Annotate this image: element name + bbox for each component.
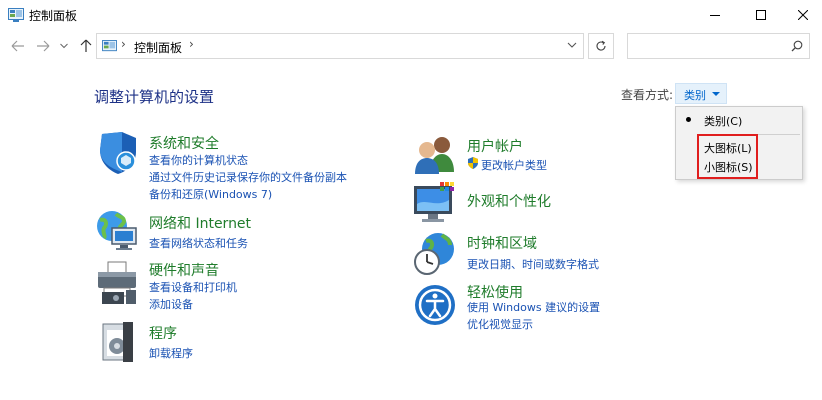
users-icon[interactable] — [412, 132, 458, 178]
search-input[interactable] — [632, 37, 782, 55]
close-button[interactable] — [784, 0, 822, 30]
category-link[interactable]: 查看网络状态和任务 — [149, 235, 248, 251]
address-bar[interactable]: › 控制面板 › — [96, 33, 584, 59]
search-icon[interactable] — [791, 40, 803, 52]
breadcrumb-item[interactable]: 控制面板 — [134, 39, 182, 56]
display-palette-icon[interactable] — [412, 180, 458, 226]
dropdown-arrow-icon[interactable] — [712, 92, 720, 96]
category-link[interactable]: 卸载程序 — [149, 345, 193, 361]
arrow-left-icon — [11, 40, 24, 52]
search-box[interactable] — [627, 33, 810, 59]
view-by-dropdown[interactable]: 类别 — [675, 83, 727, 104]
menu-item-label: 类别(C) — [704, 115, 743, 128]
breadcrumb-separator[interactable]: › — [121, 37, 126, 51]
category-link[interactable]: 使用 Windows 建议的设置 — [467, 299, 600, 315]
menu-item-category[interactable]: 类别(C) — [676, 109, 802, 131]
back-button[interactable] — [9, 37, 27, 55]
category-appearance-title[interactable]: 外观和个性化 — [467, 191, 551, 211]
recent-locations-button[interactable] — [59, 37, 69, 55]
maximize-button[interactable] — [738, 0, 784, 30]
view-by-value[interactable]: 类别 — [684, 87, 706, 103]
view-by-label: 查看方式: — [621, 88, 674, 102]
category-programs-title[interactable]: 程序 — [149, 323, 177, 343]
refresh-icon — [596, 40, 606, 51]
page-title: 调整计算机的设置 — [94, 88, 215, 106]
shield-icon[interactable] — [96, 130, 142, 176]
category-link[interactable]: 更改帐户类型 — [481, 157, 547, 173]
arrow-up-icon — [80, 39, 92, 52]
category-link[interactable]: 通过文件历史记录保存你的文件备份副本 — [149, 169, 347, 185]
network-globe-icon[interactable] — [94, 208, 140, 254]
category-link[interactable]: 备份和还原(Windows 7) — [149, 186, 272, 202]
category-hardware-sound-title[interactable]: 硬件和声音 — [149, 260, 219, 280]
category-network-title[interactable]: 网络和 Internet — [149, 213, 251, 233]
view-by-menu: 类别(C) 大图标(L) 小图标(S) — [675, 106, 803, 180]
refresh-button[interactable] — [588, 33, 614, 59]
category-link[interactable]: 优化视觉显示 — [467, 316, 533, 332]
highlight-annotation-box — [697, 134, 758, 179]
title-bar: 控制面板 — [0, 0, 822, 30]
chevron-down-icon[interactable] — [567, 42, 577, 49]
category-link[interactable]: 更改日期、时间或数字格式 — [467, 256, 599, 272]
minimize-button[interactable] — [692, 0, 738, 30]
chevron-down-icon — [60, 43, 68, 49]
printer-icon[interactable] — [94, 260, 140, 306]
maximize-icon — [756, 10, 766, 20]
ease-of-access-icon[interactable] — [412, 282, 458, 328]
forward-button[interactable] — [34, 37, 52, 55]
category-clock-region-title[interactable]: 时钟和区域 — [467, 233, 537, 253]
category-link[interactable]: 添加设备 — [149, 296, 193, 312]
arrow-right-icon — [37, 40, 50, 52]
breadcrumb-separator[interactable]: › — [189, 37, 194, 51]
selected-radio-icon — [686, 117, 691, 122]
clock-globe-icon[interactable] — [412, 231, 458, 277]
minimize-icon — [710, 15, 720, 16]
category-link[interactable]: 查看你的计算机状态 — [149, 152, 248, 168]
category-user-accounts-title[interactable]: 用户帐户 — [467, 136, 523, 156]
control-panel-icon — [102, 40, 117, 52]
close-icon — [798, 10, 808, 20]
up-button[interactable] — [77, 37, 95, 55]
programs-icon[interactable] — [97, 320, 143, 366]
category-link[interactable]: 查看设备和打印机 — [149, 279, 237, 295]
category-system-security-title[interactable]: 系统和安全 — [149, 133, 219, 153]
control-panel-icon — [8, 8, 24, 22]
window-title: 控制面板 — [29, 9, 78, 23]
uac-shield-icon — [468, 157, 478, 169]
